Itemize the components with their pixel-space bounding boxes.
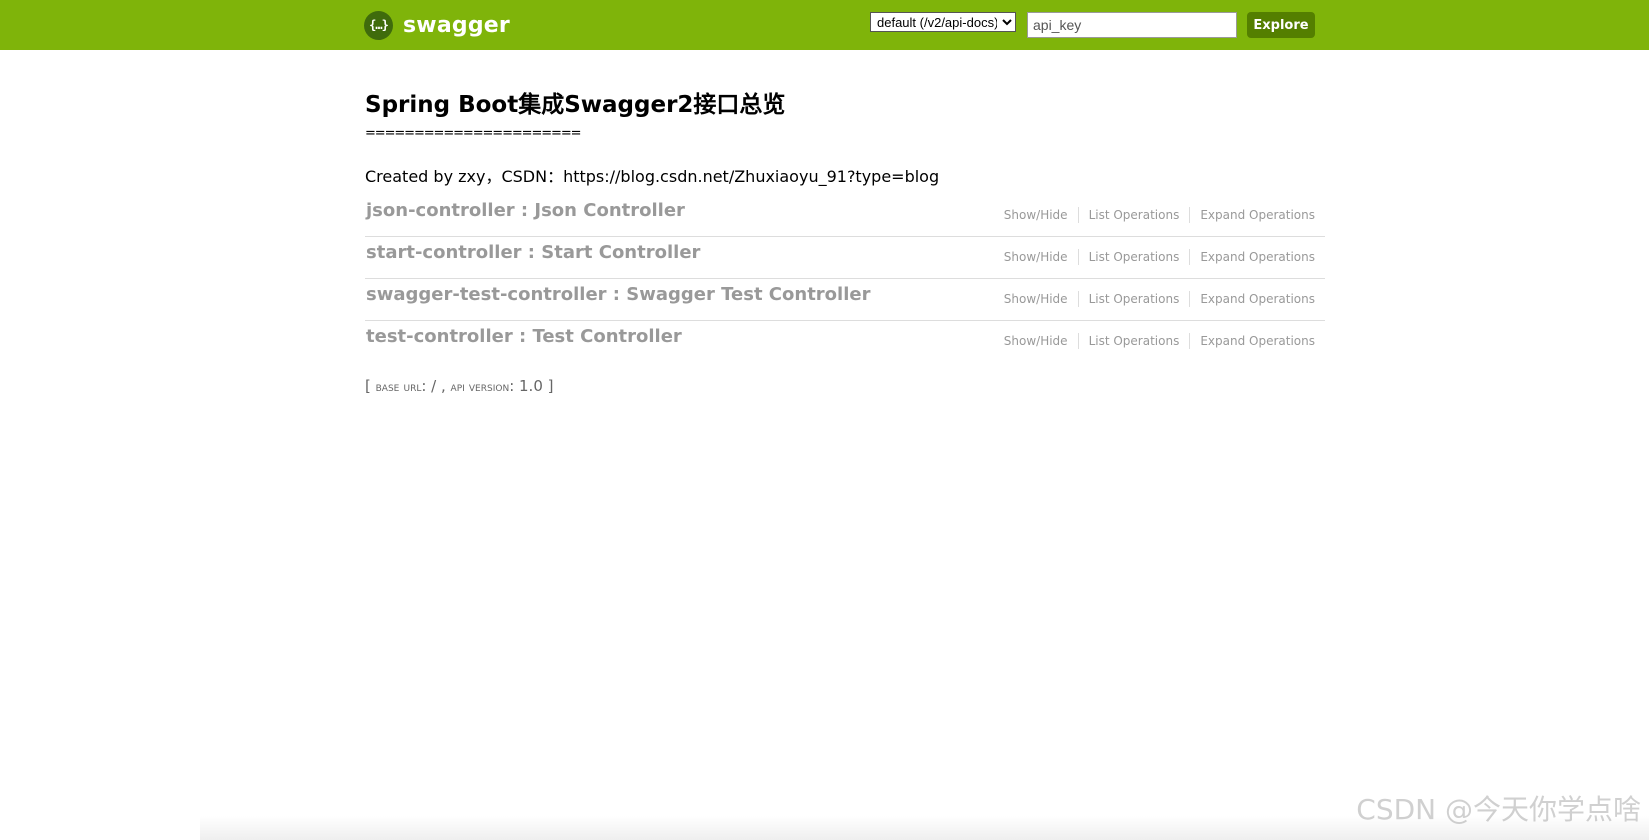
base-url-label: base url <box>375 380 422 395</box>
expand-operations-link[interactable]: Expand Operations <box>1200 249 1315 265</box>
option-separator <box>1189 207 1191 223</box>
expand-operations-link[interactable]: Expand Operations <box>1200 291 1315 307</box>
explore-button[interactable]: Explore <box>1247 12 1315 38</box>
resource-heading-link[interactable]: json-controller : Json Controller <box>366 200 685 221</box>
swagger-logo[interactable]: {…} swagger <box>364 10 510 40</box>
api-spec-select[interactable]: default (/v2/api-docs) <box>870 12 1016 32</box>
resource-heading-link[interactable]: swagger-test-controller : Swagger Test C… <box>366 284 870 305</box>
option-separator <box>1189 333 1191 349</box>
resource-heading-link[interactable]: start-controller : Start Controller <box>366 242 700 263</box>
option-separator <box>1077 333 1079 349</box>
list-operations-link[interactable]: List Operations <box>1089 249 1180 265</box>
show-hide-link[interactable]: Show/Hide <box>1004 249 1068 265</box>
api-key-input[interactable] <box>1027 12 1237 38</box>
list-operations-link[interactable]: List Operations <box>1089 207 1180 223</box>
base-url-value: : / , <box>421 377 451 395</box>
resource-json-controller: json-controller : Json Controller Show/H… <box>365 195 1325 237</box>
footer-close-bracket: ] <box>547 377 554 395</box>
resource-options: Show/Hide List Operations Expand Operati… <box>1004 291 1315 307</box>
swagger-logo-icon: {…} <box>364 10 393 40</box>
resource-options: Show/Hide List Operations Expand Operati… <box>1004 249 1315 265</box>
option-separator <box>1189 249 1191 265</box>
option-separator <box>1189 291 1191 307</box>
show-hide-link[interactable]: Show/Hide <box>1004 207 1068 223</box>
api-info-footer: [ base url: / , api version: 1.0 ] <box>365 377 554 395</box>
title-divider-text: ====================== <box>365 126 582 141</box>
resource-start-controller: start-controller : Start Controller Show… <box>365 237 1325 279</box>
show-hide-link[interactable]: Show/Hide <box>1004 333 1068 349</box>
footer-open-bracket: [ <box>365 377 376 395</box>
resource-swagger-test-controller: swagger-test-controller : Swagger Test C… <box>365 279 1325 321</box>
api-version-label: api version <box>450 380 510 395</box>
api-version-value: : 1.0 <box>509 377 548 395</box>
option-separator <box>1077 291 1079 307</box>
csdn-watermark: CSDN @今天你学点啥 <box>1356 793 1641 826</box>
page-title: Spring Boot集成Swagger2接口总览 <box>365 92 786 118</box>
option-separator <box>1077 207 1079 223</box>
expand-operations-link[interactable]: Expand Operations <box>1200 207 1315 223</box>
option-separator <box>1077 249 1079 265</box>
swagger-header: {…} swagger default (/v2/api-docs) Explo… <box>0 0 1649 50</box>
list-operations-link[interactable]: List Operations <box>1089 291 1180 307</box>
resource-test-controller: test-controller : Test Controller Show/H… <box>365 321 1325 363</box>
show-hide-link[interactable]: Show/Hide <box>1004 291 1068 307</box>
resource-options: Show/Hide List Operations Expand Operati… <box>1004 207 1315 223</box>
expand-operations-link[interactable]: Expand Operations <box>1200 333 1315 349</box>
api-description: Created by zxy，CSDN：https://blog.csdn.ne… <box>365 167 940 186</box>
list-operations-link[interactable]: List Operations <box>1089 333 1180 349</box>
resource-list: json-controller : Json Controller Show/H… <box>365 195 1325 363</box>
resource-heading-link[interactable]: test-controller : Test Controller <box>366 326 682 347</box>
swagger-logo-text: swagger <box>403 12 510 38</box>
resource-options: Show/Hide List Operations Expand Operati… <box>1004 333 1315 349</box>
